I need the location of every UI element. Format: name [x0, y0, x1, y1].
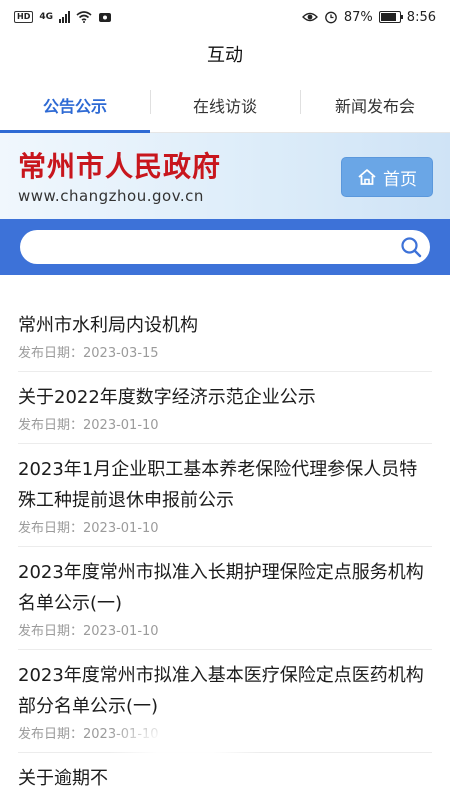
clock: 8:56: [406, 9, 436, 25]
notice-title: 2023年1月企业职工基本养老保险代理参保人员特殊工种提前退休申报前公示: [18, 459, 418, 511]
tab-announcements[interactable]: 公告公示: [0, 78, 150, 133]
notice-date: 发布日期：2023-01-10: [18, 418, 159, 433]
notice-date: 发布日期：2023-01-10: [18, 521, 159, 536]
signal-icon: [59, 11, 70, 23]
tab-online-interviews[interactable]: 在线访谈: [150, 78, 300, 132]
search-icon[interactable]: [400, 236, 422, 258]
notice-date: 发布日期：2023-01-10: [18, 624, 159, 639]
tab-bar: 公告公示 在线访谈 新闻发布会: [0, 78, 450, 133]
search-bar: [0, 219, 450, 275]
notification-icon: [99, 13, 111, 22]
loading-overlay: [110, 710, 260, 780]
eye-icon: [301, 12, 318, 22]
alarm-icon: [325, 11, 337, 24]
notice-title: 常州市水利局内设机构: [18, 315, 198, 336]
list-item[interactable]: 2023年1月企业职工基本养老保险代理参保人员特殊工种提前退休申报前公示 发布日…: [18, 444, 432, 547]
notice-title: 关于2022年度数字经济示范企业公示: [18, 387, 316, 408]
search-input[interactable]: [20, 230, 430, 264]
status-bar: HD 4G 87% 8:56: [0, 0, 450, 34]
notice-date: 发布日期：2023-03-15: [18, 346, 159, 361]
list-item[interactable]: 2023年度常州市拟准入长期护理保险定点服务机构名单公示(一) 发布日期：202…: [18, 547, 432, 650]
tab-press-conferences[interactable]: 新闻发布会: [300, 78, 450, 132]
battery-level: [380, 13, 397, 21]
gov-site-name: 常州市人民政府: [18, 150, 222, 183]
network-type: 4G: [39, 12, 53, 22]
status-left: HD 4G: [14, 11, 112, 23]
home-button[interactable]: 首页: [341, 157, 433, 197]
home-button-label: 首页: [383, 169, 417, 190]
battery-icon: [378, 11, 403, 23]
gov-site-url: www.changzhou.gov.cn: [18, 187, 204, 205]
wifi-icon: [76, 11, 92, 23]
battery-percent: 87%: [343, 9, 373, 25]
notice-title: 2023年度常州市拟准入长期护理保险定点服务机构名单公示(一): [18, 562, 424, 614]
list-item[interactable]: 关于2022年度数字经济示范企业公示 发布日期：2023-01-10: [18, 372, 432, 444]
status-right: 87% 8:56: [301, 9, 436, 25]
home-icon: [358, 169, 376, 185]
page-title: 互动: [207, 45, 243, 66]
hd-icon: HD: [14, 11, 34, 23]
list-item[interactable]: 常州市水利局内设机构 发布日期：2023-03-15: [18, 300, 432, 372]
